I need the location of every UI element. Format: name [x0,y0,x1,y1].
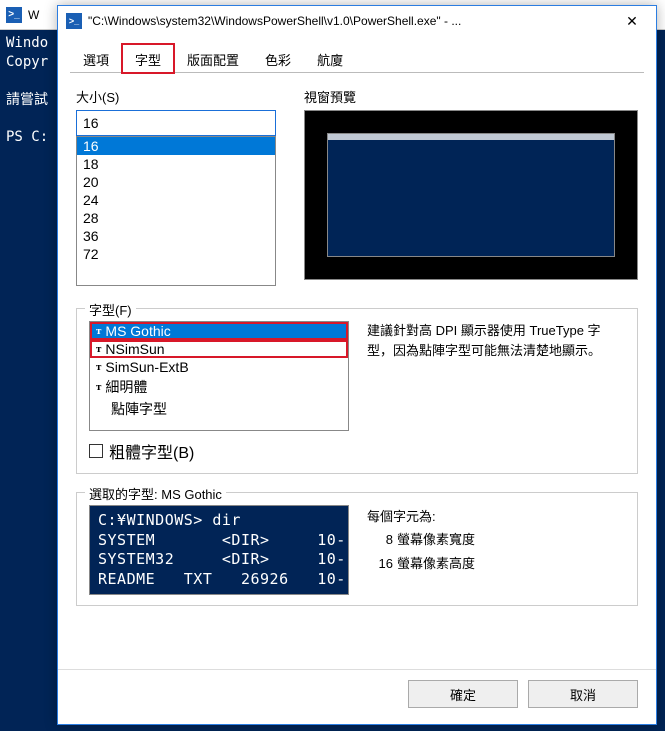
font-listbox[interactable]: ᴛMS Gothic ᴛNSimSun ᴛSimSun-ExtB ᴛ細明體 點陣… [89,321,349,431]
font-hint: 建議針對高 DPI 顯示器使用 TrueType 字型，因為點陣字型可能無法清楚… [367,321,625,431]
powershell-icon: >_ [6,7,22,23]
size-option[interactable]: 24 [77,191,275,209]
truetype-icon: ᴛ [96,343,101,355]
tab-font[interactable]: 字型 [122,44,174,73]
size-option[interactable]: 16 [77,137,275,155]
size-option[interactable]: 72 [77,245,275,263]
properties-dialog: >_ "C:\Windows\system32\WindowsPowerShel… [57,5,657,725]
truetype-icon: ᴛ [96,381,101,393]
font-option-raster[interactable]: 點陣字型 [90,398,348,420]
preview-label: 視窗預覽 [304,87,638,106]
selected-font-group: 選取的字型: MS Gothic C:¥WINDOWS> dir SYSTEM … [76,492,638,606]
tab-terminal[interactable]: 航廈 [304,44,356,73]
font-option-simsun-extb[interactable]: ᴛSimSun-ExtB [90,358,348,376]
bold-checkbox[interactable] [89,444,103,458]
tab-layout[interactable]: 版面配置 [174,44,252,73]
size-label: 大小(S) [76,87,276,106]
tab-options[interactable]: 選項 [70,44,122,73]
close-button[interactable]: ✕ [610,7,654,35]
preview-window-icon [327,133,615,257]
char-dimensions: 每個字元為: 8螢幕像素寬度 16螢幕像素高度 [367,505,625,595]
truetype-icon: ᴛ [96,361,101,373]
size-option[interactable]: 20 [77,173,275,191]
dialog-buttons: 確定 取消 [58,669,656,724]
font-option-mingliu[interactable]: ᴛ細明體 [90,376,348,398]
tab-colors[interactable]: 色彩 [252,44,304,73]
size-input[interactable] [76,110,276,136]
dialog-titlebar: >_ "C:\Windows\system32\WindowsPowerShel… [58,6,656,36]
size-option[interactable]: 28 [77,209,275,227]
dialog-title: "C:\Windows\system32\WindowsPowerShell\v… [88,14,610,28]
font-group: 字型(F) ᴛMS Gothic ᴛNSimSun ᴛSimSun-ExtB ᴛ… [76,308,638,474]
bold-label: 粗體字型(B) [109,439,194,463]
size-listbox[interactable]: 16 18 20 24 28 36 72 [76,136,276,286]
truetype-icon: ᴛ [96,325,101,337]
tab-bar: 選項 字型 版面配置 色彩 航廈 [58,36,656,73]
font-option-ms-gothic[interactable]: ᴛMS Gothic [90,322,348,340]
selected-font-legend: 選取的字型: MS Gothic [85,484,226,503]
window-preview [304,110,638,280]
dialog-content: 大小(S) 16 18 20 24 28 36 72 視窗預覽 [58,73,656,669]
ok-button[interactable]: 確定 [408,680,518,708]
bg-title: W [28,8,39,22]
font-sample: C:¥WINDOWS> dir SYSTEM <DIR> 10- SYSTEM3… [89,505,349,595]
size-option[interactable]: 36 [77,227,275,245]
powershell-icon: >_ [66,13,82,29]
font-legend: 字型(F) [85,300,136,319]
size-option[interactable]: 18 [77,155,275,173]
font-option-nsimsun[interactable]: ᴛNSimSun [90,340,348,358]
cancel-button[interactable]: 取消 [528,680,638,708]
dim-header: 每個字元為: [367,505,625,528]
